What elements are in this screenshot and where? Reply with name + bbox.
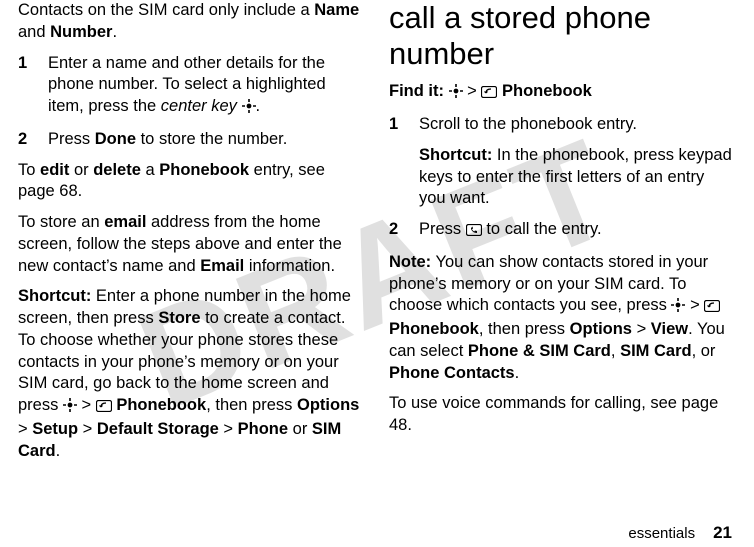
step-number: 2 xyxy=(389,219,419,243)
back-icon xyxy=(96,397,112,419)
step-body: Press to call the entry. xyxy=(419,219,732,243)
email-paragraph: To store an email address from the home … xyxy=(18,212,361,277)
edit-delete-paragraph: To edit or delete a Phonebook entry, see… xyxy=(18,160,361,204)
step-body: Enter a name and other details for the p… xyxy=(48,53,361,120)
step-number: 1 xyxy=(389,114,419,136)
page-footer: essentials 21 xyxy=(628,523,732,543)
section-heading: call a stored phone number xyxy=(389,0,732,71)
voice-command-paragraph: To use voice commands for calling, see p… xyxy=(389,393,732,437)
center-key-icon xyxy=(63,397,77,419)
page-number: 21 xyxy=(713,523,732,542)
step-number: 1 xyxy=(18,53,48,120)
back-icon xyxy=(704,297,720,319)
back-icon xyxy=(481,83,497,105)
center-key-icon xyxy=(242,98,256,120)
page-content: Contacts on the SIM card only include a … xyxy=(0,0,754,505)
find-it: Find it: > Phonebook xyxy=(389,81,732,105)
shortcut-sub: Shortcut: In the phonebook, press keypad… xyxy=(419,145,732,210)
note-paragraph: Note: You can show contacts stored in yo… xyxy=(389,252,732,385)
step-1: 1 Scroll to the phonebook entry. xyxy=(389,114,732,136)
step-body: Scroll to the phonebook entry. xyxy=(419,114,732,136)
left-column: Contacts on the SIM card only include a … xyxy=(18,0,361,505)
step-1: 1 Enter a name and other details for the… xyxy=(18,53,361,120)
footer-label: essentials xyxy=(628,525,695,542)
intro-paragraph: Contacts on the SIM card only include a … xyxy=(18,0,361,44)
step-2: 2 Press to call the entry. xyxy=(389,219,732,243)
center-key-icon xyxy=(671,297,685,319)
center-key-icon xyxy=(449,83,463,105)
step-number: 2 xyxy=(18,129,48,151)
step-body: Press Done to store the number. xyxy=(48,129,361,151)
call-key-icon xyxy=(466,221,482,243)
right-column: call a stored phone number Find it: > Ph… xyxy=(389,0,732,505)
step-2: 2 Press Done to store the number. xyxy=(18,129,361,151)
shortcut-paragraph: Shortcut: Enter a phone number in the ho… xyxy=(18,286,361,462)
